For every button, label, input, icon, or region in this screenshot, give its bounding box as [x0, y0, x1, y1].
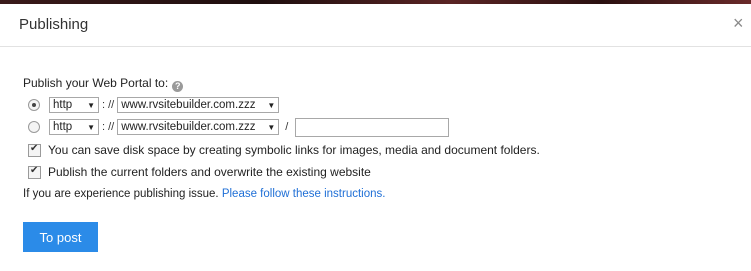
chevron-down-icon: ▼	[267, 100, 276, 110]
overwrite-label: Publish the current folders and overwrit…	[48, 165, 371, 179]
option-1-protocol-select[interactable]: http ▼	[49, 97, 99, 113]
option-2-protocol-value: http	[53, 121, 73, 133]
dialog-header: Publishing ×	[0, 4, 751, 47]
to-post-button[interactable]: To post	[23, 222, 98, 252]
chevron-down-icon: ▼	[87, 100, 95, 110]
overwrite-checkbox[interactable]	[28, 165, 41, 179]
option-2-domain-value: www.rvsitebuilder.com.zzz	[121, 121, 256, 133]
option-1-domain-value: www.rvsitebuilder.com.zzz	[121, 99, 256, 111]
dialog-title: Publishing	[19, 16, 89, 33]
publishing-dialog: Publishing × Publish your Web Portal to:…	[0, 4, 751, 271]
chevron-down-icon: ▼	[267, 122, 276, 132]
help-icon[interactable]: ?	[172, 81, 184, 92]
option-2-path-separator: /	[285, 121, 289, 133]
close-icon[interactable]: ×	[733, 14, 747, 32]
info-text: If you are experience publishing issue.	[23, 188, 219, 200]
option-1-separator: : //	[102, 99, 115, 111]
overwrite-option: Publish the current folders and overwrit…	[28, 163, 371, 181]
symlink-option: You can save disk space by creating symb…	[28, 141, 540, 159]
option-2-separator: : //	[102, 121, 115, 133]
option-1-protocol-value: http	[53, 99, 73, 111]
publish-target-label: Publish your Web Portal to:	[23, 76, 169, 90]
symlink-label: You can save disk space by creating symb…	[48, 143, 540, 157]
option-2-radio[interactable]	[28, 121, 40, 133]
option-1-domain-select[interactable]: www.rvsitebuilder.com.zzz ▼	[117, 97, 280, 113]
option-2-path-input[interactable]	[295, 117, 450, 137]
publish-option-1: http ▼ : // www.rvsitebuilder.com.zzz ▼	[28, 96, 280, 114]
instructions-link[interactable]: Please follow these instructions.	[222, 188, 386, 200]
publish-target-label-row: Publish your Web Portal to:?	[23, 76, 184, 92]
publish-option-2: http ▼ : // www.rvsitebuilder.com.zzz ▼ …	[28, 117, 450, 137]
symlink-checkbox[interactable]	[28, 143, 41, 157]
option-2-protocol-select[interactable]: http ▼	[49, 119, 99, 135]
publishing-issue-info: If you are experience publishing issue. …	[23, 188, 385, 200]
option-1-radio[interactable]	[28, 99, 40, 111]
option-2-domain-select[interactable]: www.rvsitebuilder.com.zzz ▼	[117, 119, 280, 135]
chevron-down-icon: ▼	[87, 122, 95, 132]
